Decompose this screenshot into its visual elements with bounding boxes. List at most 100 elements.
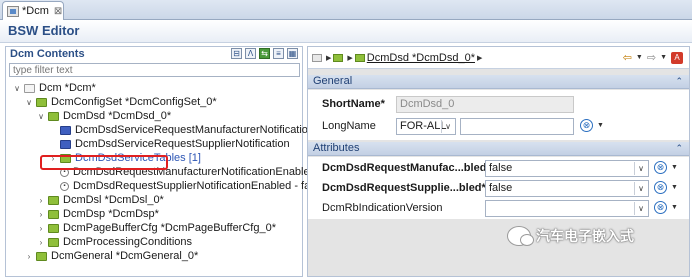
folder-icon: [48, 195, 59, 205]
attribute-value-select[interactable]: false ∨: [485, 159, 649, 177]
attributes-section-header[interactable]: Attributes ⌃: [308, 142, 689, 156]
link-editor-icon[interactable]: ⇆: [259, 48, 270, 59]
module-icon: [312, 53, 322, 62]
general-section: ShortName* DcmDsd_0 LongName FOR-ALL ∨ ⊗…: [308, 90, 689, 140]
folder-icon: [333, 53, 344, 62]
general-section-header[interactable]: General ⌃: [308, 75, 689, 89]
contents-toolbar: ⊟ Ʌ ⇆ ≡ ▦: [231, 48, 298, 59]
collapse-all-icon[interactable]: ⊟: [231, 48, 242, 59]
breadcrumb-current[interactable]: DcmDsd *DcmDsd_0*: [367, 52, 475, 64]
language-select[interactable]: FOR-ALL ∨: [396, 117, 456, 135]
chevron-right-icon[interactable]: ›: [36, 224, 46, 233]
tree-item-label: DcmProcessingConditions: [63, 236, 192, 248]
folder-icon: [48, 209, 59, 219]
chevron-right-icon[interactable]: ›: [36, 196, 46, 205]
chevron-down-icon[interactable]: ∨: [634, 201, 647, 215]
reset-icon[interactable]: ⊗: [654, 201, 667, 214]
chevron-down-icon[interactable]: ▼: [636, 54, 643, 61]
chevron-down-icon[interactable]: ∨: [12, 84, 22, 93]
shortname-label: ShortName*: [322, 98, 385, 110]
chevron-down-icon[interactable]: ▼: [671, 184, 678, 191]
tree-item-label: DcmDsp *DcmDsp*: [63, 208, 159, 220]
tree-item-dcmgeneral[interactable]: › DcmGeneral *DcmGeneral_0*: [24, 249, 199, 263]
tree-item-processing-conditions[interactable]: › DcmProcessingConditions: [36, 235, 192, 249]
tree-item-supplier-enabled[interactable]: ▪ DcmDsdRequestSupplierNotificationEnabl…: [58, 179, 324, 193]
chevron-down-icon[interactable]: ▼: [660, 54, 667, 61]
folder-icon: [36, 97, 47, 107]
attribute-value: false: [489, 161, 513, 174]
filter-input[interactable]: [9, 63, 300, 77]
navigation-toolbar: ⇦ ▼ ⇨ ▼ A: [623, 51, 683, 64]
attribute-value-select[interactable]: false ∨: [485, 179, 649, 197]
contents-panel: Dcm Contents ⊟ Ʌ ⇆ ≡ ▦ ∨ Dcm *Dcm* ∨ Dcm…: [5, 46, 324, 277]
folder-icon: [36, 251, 47, 261]
tab-dcm-label: *Dcm: [22, 5, 49, 17]
editor-tab-bar: *Dcm ⊠: [0, 0, 692, 20]
validation-error-icon[interactable]: A: [671, 51, 683, 64]
tree-item-label: DcmDsdServiceRequestManufacturerNotifica…: [75, 124, 315, 136]
filter-icon[interactable]: Ʌ: [245, 48, 256, 59]
attribute-value: false: [489, 181, 513, 194]
module-icon: [7, 5, 19, 17]
chevron-right-icon[interactable]: ›: [36, 238, 46, 247]
folder-icon: [48, 223, 59, 233]
tree-item-label: DcmPageBufferCfg *DcmPageBufferCfg_0*: [63, 222, 276, 234]
chevron-right-icon[interactable]: ▶: [477, 54, 482, 62]
tree-item-label: DcmDsdServiceRequestSupplierNotification: [75, 138, 290, 150]
folder-icon: [48, 111, 59, 121]
attribute-row: DcmRbIndicationVersion ∨ ⊗ ▼: [308, 197, 689, 219]
close-icon[interactable]: ⊠: [54, 6, 62, 17]
reset-icon[interactable]: ⊗: [654, 181, 667, 194]
chevron-down-icon[interactable]: ∨: [36, 112, 46, 121]
collapse-icon[interactable]: ⌃: [675, 142, 683, 155]
chevron-right-icon[interactable]: ›: [24, 252, 34, 261]
view-menu-icon[interactable]: ▦: [287, 48, 298, 59]
chevron-down-icon[interactable]: ▼: [671, 164, 678, 171]
chevron-down-icon[interactable]: ∨: [634, 161, 647, 175]
tree-item-label: DcmGeneral *DcmGeneral_0*: [51, 250, 199, 262]
chevron-down-icon[interactable]: ▼: [671, 204, 678, 211]
tree-item-label: DcmDsd *DcmDsd_0*: [63, 110, 172, 122]
tree-item-dcmdsl[interactable]: › DcmDsl *DcmDsl_0*: [36, 193, 164, 207]
tree-item-dcmconfigset[interactable]: ∨ DcmConfigSet *DcmConfigSet_0*: [24, 95, 217, 109]
back-icon[interactable]: ⇦: [623, 51, 632, 64]
tree-item-supplier-notification[interactable]: DcmDsdServiceRequestSupplierNotification: [58, 137, 290, 151]
tree-item-dcmdsp[interactable]: › DcmDsp *DcmDsp*: [36, 207, 159, 221]
collapse-icon[interactable]: ⌃: [675, 75, 683, 88]
parameter-icon: ▪: [60, 181, 69, 191]
selection-highlight-box: [40, 155, 168, 170]
breadcrumb: ▶ ▶ DcmDsd *DcmDsd_0* ▶ ⇦ ▼ ⇨ ▼ A: [308, 47, 689, 69]
chevron-down-icon[interactable]: ▼: [597, 122, 604, 129]
language-select-value: FOR-ALL: [400, 119, 447, 132]
chevron-down-icon[interactable]: ∨: [441, 119, 454, 133]
container-icon: [60, 139, 71, 149]
attribute-label: DcmRbIndicationVersion: [322, 202, 443, 214]
contents-panel-title: Dcm Contents: [10, 48, 85, 60]
chevron-down-icon[interactable]: ∨: [634, 181, 647, 195]
tree-item-manufacturer-notification[interactable]: DcmDsdServiceRequestManufacturerNotifica…: [58, 123, 314, 137]
longname-label: LongName: [322, 120, 376, 132]
attribute-label: DcmDsdRequestManufac...bled*: [322, 162, 491, 174]
longname-input[interactable]: [460, 117, 574, 135]
tree-item-page-buffer[interactable]: › DcmPageBufferCfg *DcmPageBufferCfg_0*: [36, 221, 276, 235]
chevron-right-icon: ▶: [347, 54, 353, 62]
tab-dcm[interactable]: *Dcm ⊠: [2, 1, 64, 20]
reset-icon[interactable]: ⊗: [654, 161, 667, 174]
chevron-right-icon[interactable]: ›: [36, 210, 46, 219]
document-icon[interactable]: ≡: [273, 48, 284, 59]
attribute-label: DcmDsdRequestSupplie...bled*: [322, 182, 486, 194]
chevron-down-icon[interactable]: ∨: [24, 98, 34, 107]
longname-row: LongName FOR-ALL ∨ ⊗ ▼: [308, 115, 689, 137]
tree-item-label: DcmDsl *DcmDsl_0*: [63, 194, 164, 206]
tree-item-dcm[interactable]: ∨ Dcm *Dcm*: [12, 81, 96, 95]
shortname-field[interactable]: DcmDsd_0: [396, 95, 574, 113]
tree-item-dcmdsd[interactable]: ∨ DcmDsd *DcmDsd_0*: [36, 109, 171, 123]
folder-icon: [48, 237, 59, 247]
attribute-value-select[interactable]: ∨: [485, 199, 649, 217]
attributes-section-title: Attributes: [313, 142, 360, 154]
forward-icon[interactable]: ⇨: [647, 51, 656, 64]
reset-icon[interactable]: ⊗: [580, 119, 593, 132]
attribute-row: DcmDsdRequestSupplie...bled* false ∨ ⊗ ▼: [308, 177, 689, 199]
wechat-icon: [507, 226, 534, 246]
tree-item-label: Dcm *Dcm*: [39, 82, 96, 94]
